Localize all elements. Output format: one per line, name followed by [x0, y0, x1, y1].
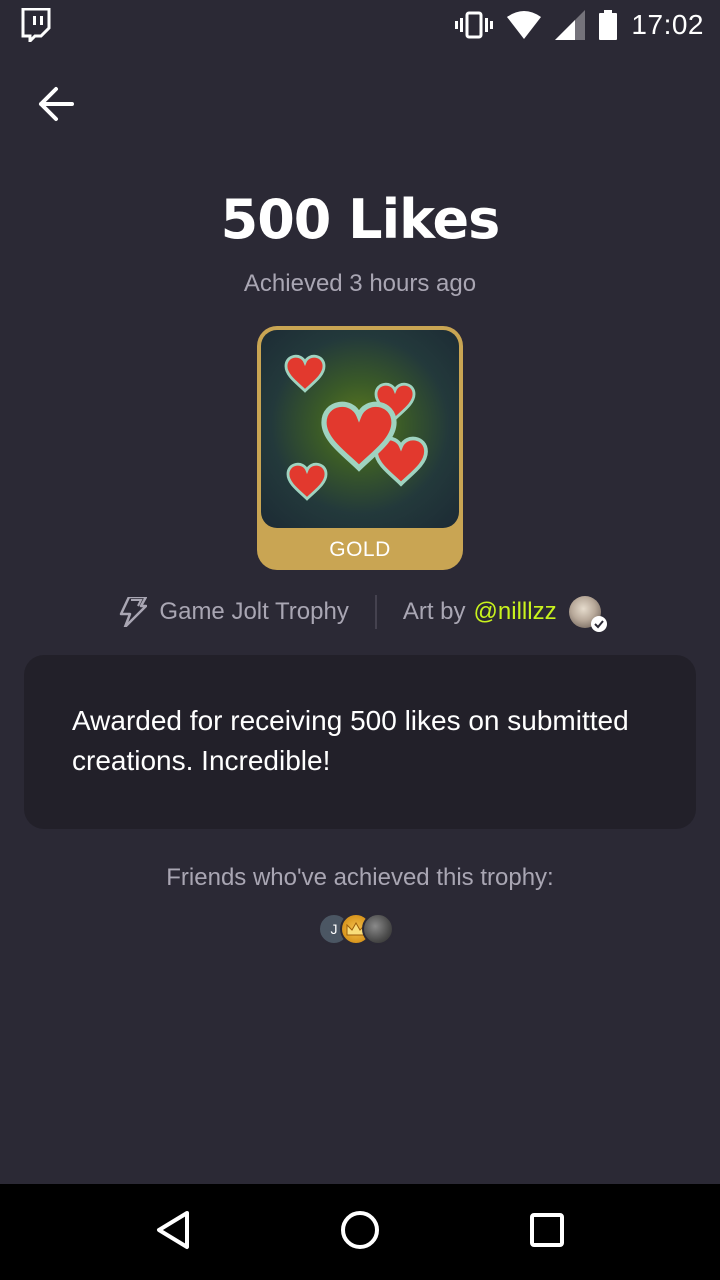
vibrate-icon: [455, 11, 494, 39]
lightning-icon: [119, 597, 148, 627]
battery-icon: [599, 10, 618, 40]
system-nav-bar: [0, 1184, 720, 1280]
trophy-description: Awarded for receiving 500 likes on submi…: [72, 705, 629, 776]
nav-back-button[interactable]: [143, 1202, 203, 1262]
friends-avatars[interactable]: J: [318, 913, 394, 947]
trophy-meta: Game Jolt Trophy Art by @nilllzz: [0, 590, 720, 634]
friend-avatar[interactable]: [362, 913, 394, 945]
trophy-tier-label: GOLD: [329, 538, 391, 561]
artist-link[interactable]: @nilllzz: [474, 598, 557, 626]
nav-home-button[interactable]: [330, 1202, 390, 1262]
artist-avatar[interactable]: [568, 596, 607, 632]
meta-divider: [374, 595, 377, 629]
art-by-label: Art by: [402, 598, 466, 625]
achieved-time: Achieved 3 hours ago: [243, 270, 477, 297]
status-time: 17:02: [631, 9, 704, 40]
arrow-left-icon: [38, 86, 74, 127]
wifi-icon: [507, 11, 542, 39]
friends-title: Friends who've achieved this trophy:: [166, 864, 554, 891]
back-button[interactable]: [30, 80, 82, 132]
trophy-title: 500 Likes: [220, 188, 501, 251]
status-bar: 17:02: [0, 0, 720, 50]
triangle-back-icon: [155, 1210, 191, 1255]
signal-icon: [555, 10, 586, 40]
twitch-icon: [20, 8, 52, 42]
trophy-badge: GOLD: [257, 326, 463, 570]
description-card: Awarded for receiving 500 likes on submi…: [24, 655, 696, 829]
trophy-source: Game Jolt Trophy: [159, 598, 349, 625]
trophy-image: [261, 330, 459, 528]
verified-icon: [590, 616, 607, 632]
nav-recents-button[interactable]: [517, 1202, 577, 1262]
square-recents-icon: [529, 1212, 565, 1253]
circle-home-icon: [340, 1210, 380, 1255]
